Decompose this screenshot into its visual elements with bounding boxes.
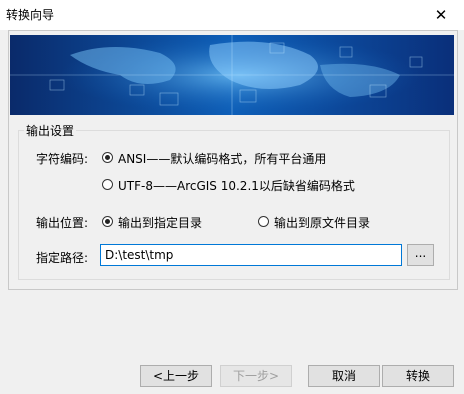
encoding-label: 字符编码: xyxy=(36,152,89,166)
ansi-radio[interactable] xyxy=(102,152,113,163)
utf8-option-label[interactable]: UTF-8——ArcGIS 10.2.1以后缺省编码格式 xyxy=(118,177,355,194)
output-to-source-radio[interactable] xyxy=(258,216,269,227)
close-icon[interactable]: ✕ xyxy=(418,0,464,30)
utf8-radio[interactable] xyxy=(102,179,113,190)
path-input[interactable]: D:\test\tmp xyxy=(100,244,402,266)
path-label: 指定路径: xyxy=(36,251,89,265)
output-to-dir-radio[interactable] xyxy=(102,216,113,227)
output-to-dir-label[interactable]: 输出到指定目录 xyxy=(118,214,202,231)
output-to-source-label[interactable]: 输出到原文件目录 xyxy=(274,214,370,231)
output-location-label: 输出位置: xyxy=(36,216,89,230)
convert-button[interactable]: 转换 xyxy=(382,365,454,387)
banner-image xyxy=(10,35,454,115)
prev-button[interactable]: <上一步 xyxy=(140,365,212,387)
window-title: 转换向导 xyxy=(6,8,55,22)
browse-button[interactable]: ... xyxy=(407,244,434,266)
title-bar: 转换向导 ✕ xyxy=(0,0,464,30)
cancel-button[interactable]: 取消 xyxy=(308,365,380,387)
output-settings-legend: 输出设置 xyxy=(24,122,77,139)
ansi-option-label[interactable]: ANSI——默认编码格式，所有平台通用 xyxy=(118,150,326,167)
next-button[interactable]: 下一步> xyxy=(220,365,292,387)
